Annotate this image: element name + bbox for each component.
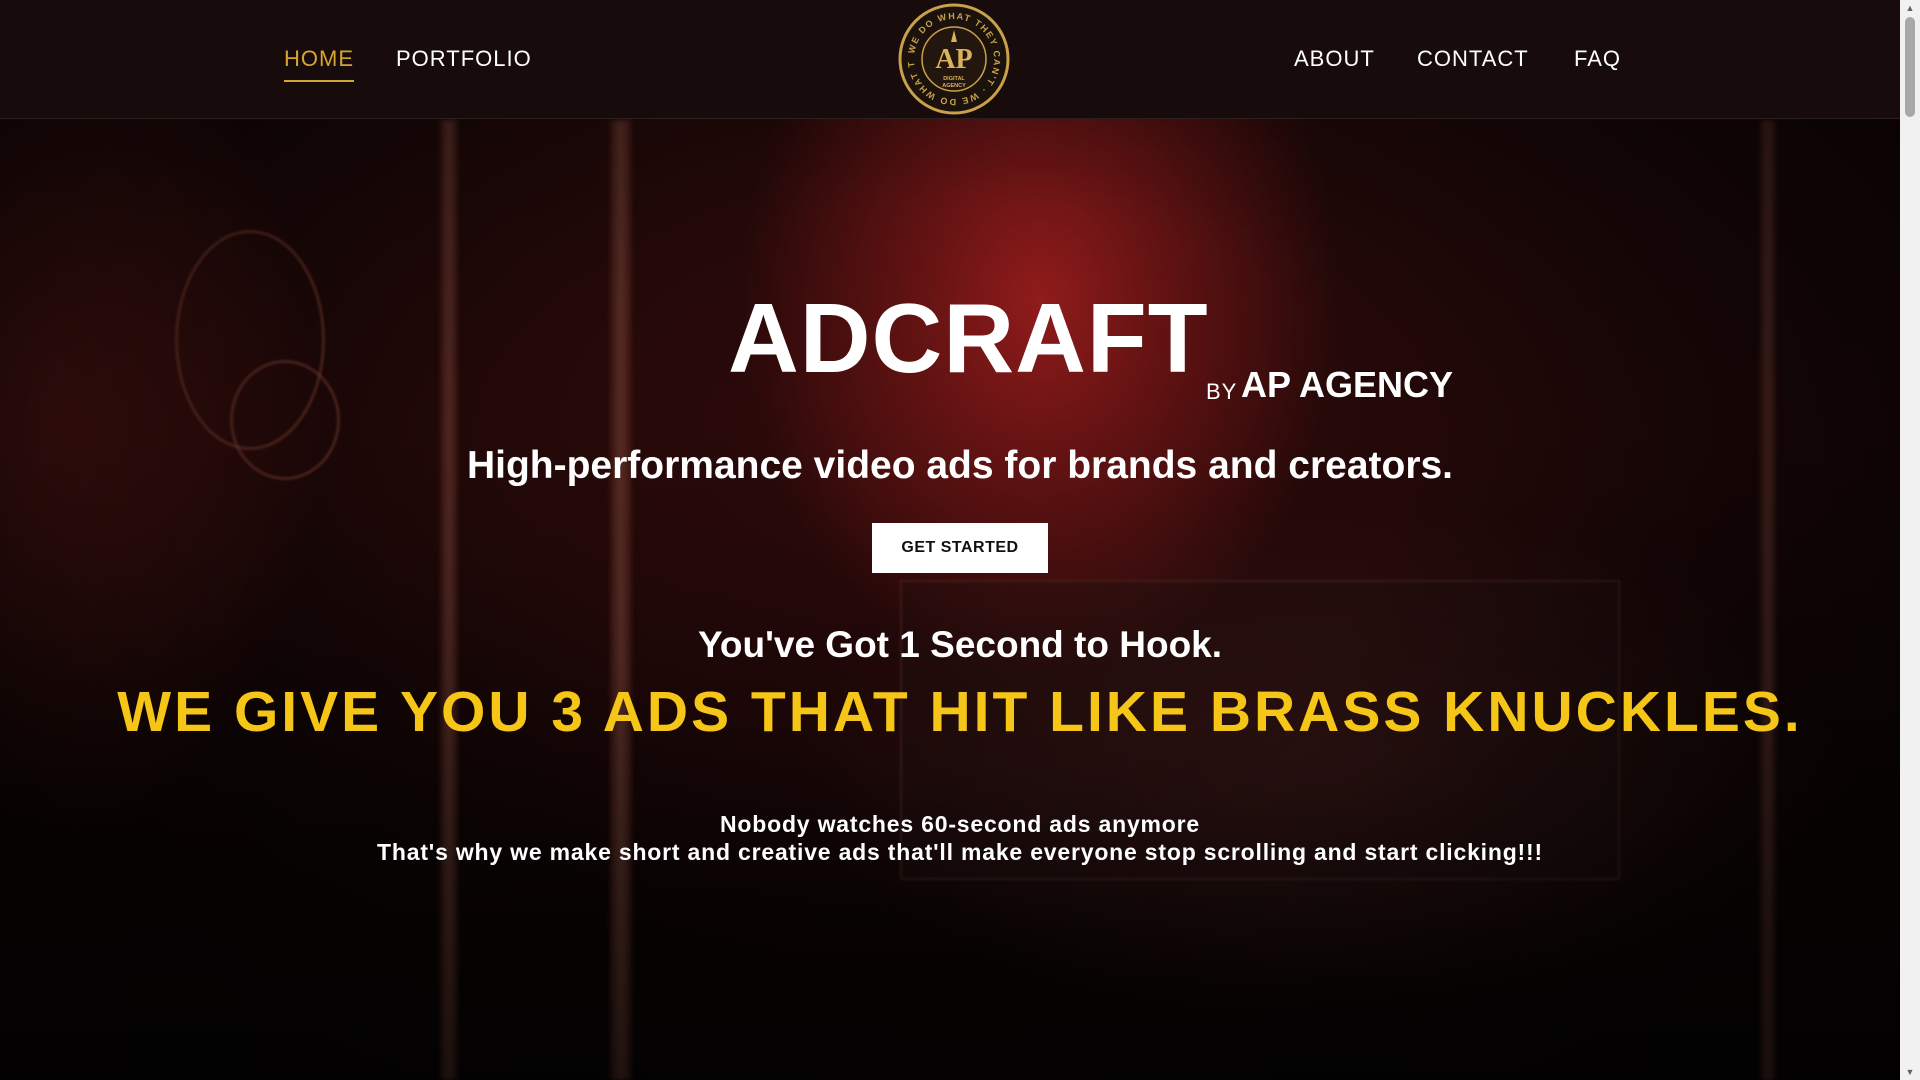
nav-about-link[interactable]: ABOUT [1294, 46, 1375, 72]
page-scrollbar[interactable]: ▲ ▼ [1900, 0, 1920, 1080]
body-text-line-1: Nobody watches 60-second ads anymore [720, 811, 1200, 837]
page: HOME PORTFOLIO WE DO WHAT THEY CAN'T · W… [0, 0, 1920, 1080]
ap-agency-seal-icon: WE DO WHAT THEY CAN'T · WE DO WHAT THEY … [893, 0, 1010, 115]
scrollbar-thumb[interactable] [1905, 17, 1915, 117]
hero-section: ADCRAFT BY AP AGENCY High-performance vi… [0, 119, 1900, 1080]
nav-faq-link[interactable]: FAQ [1574, 46, 1621, 72]
brand-title: ADCRAFT [728, 283, 1209, 393]
nav-contact-link[interactable]: CONTACT [1417, 46, 1529, 72]
nav-portfolio-link[interactable]: PORTFOLIO [396, 46, 532, 72]
brand-agency-name: AP AGENCY [1241, 364, 1454, 405]
triangle-up-icon[interactable]: ▲ [1900, 0, 1920, 16]
punch-headline: WE GIVE YOU 3 ADS THAT HIT LIKE BRASS KN… [117, 680, 1803, 744]
body-text-line-2: That's why we make short and creative ad… [377, 839, 1543, 865]
site-header: HOME PORTFOLIO WE DO WHAT THEY CAN'T · W… [0, 0, 1900, 119]
svg-text:DIGITAL: DIGITAL [943, 76, 965, 82]
hook-headline: You've Got 1 Second to Hook. [697, 624, 1223, 665]
get-started-button[interactable]: GET STARTED [872, 523, 1048, 573]
brand-by-label: BY [1206, 379, 1238, 404]
svg-text:AGENCY: AGENCY [942, 83, 966, 89]
svg-text:AP: AP [935, 44, 972, 75]
agency-logo[interactable]: WE DO WHAT THEY CAN'T · WE DO WHAT THEY … [893, 0, 1011, 116]
triangle-down-icon[interactable]: ▼ [1900, 1064, 1920, 1080]
hero-tagline: High-performance video ads for brands an… [466, 444, 1454, 487]
nav-home-link[interactable]: HOME [284, 46, 354, 82]
